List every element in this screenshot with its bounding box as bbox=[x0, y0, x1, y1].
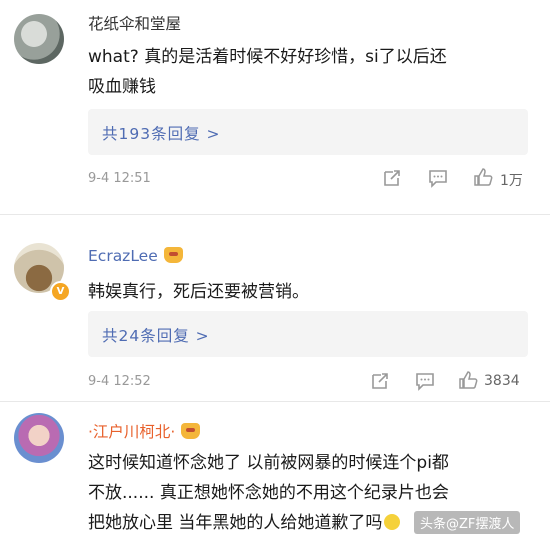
username-text: ·江户川柯北· bbox=[88, 423, 176, 441]
comment-text-line: 这时候知道怀念她了 以前被网暴的时候连个pi都 bbox=[88, 453, 449, 473]
avatar[interactable] bbox=[14, 413, 64, 463]
crown-icon bbox=[181, 423, 201, 439]
comment-text-line: 把她放心里 当年黑她的人给她道歉了吗 bbox=[88, 513, 383, 533]
watermark: 头条@ZF摆渡人 bbox=[414, 511, 521, 534]
comment-item-3: ·江户川柯北· 这时候知道怀念她了 以前被网暴的时候连个pi都 不放......… bbox=[0, 0, 550, 543]
comment-username[interactable]: ·江户川柯北· bbox=[88, 420, 201, 442]
comment-text-line: 不放...... 真正想她怀念她的不用这个纪录片也会 bbox=[88, 483, 449, 503]
sad-emoji-icon bbox=[384, 514, 401, 530]
